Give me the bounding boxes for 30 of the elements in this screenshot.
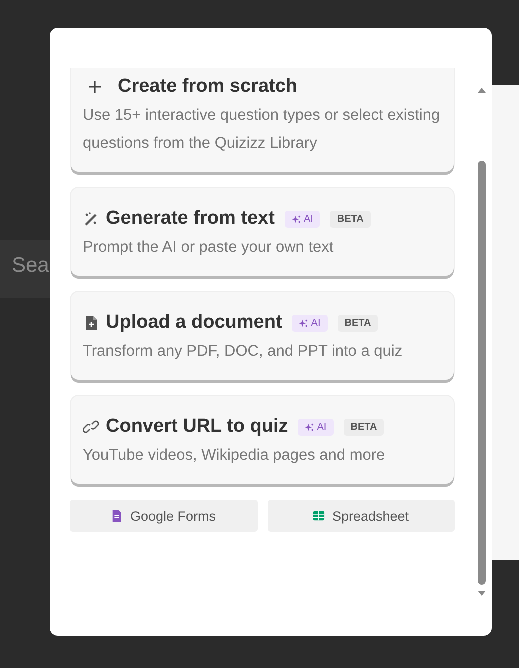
document-icon (111, 510, 124, 522)
option-title: Create from scratch (118, 76, 298, 98)
ai-badge: AI (284, 210, 320, 228)
option-description: YouTube videos, Wikipedia pages and more (83, 446, 386, 466)
ai-badge: AI (298, 418, 334, 436)
link-icon (83, 419, 99, 435)
magic-wand-icon (83, 211, 99, 227)
option-title: Convert URL to quiz (106, 416, 288, 438)
ai-badge: AI (292, 314, 328, 332)
option-description: Transform any PDF, DOC, and PPT into a quiz (83, 342, 404, 362)
option-description: Use 15+ interactive question types or select existing questions from the Quizizz Library (83, 106, 442, 154)
import-button[interactable]: Spreadsheet (268, 500, 455, 532)
option-description: Prompt the AI or paste your own text (83, 238, 335, 258)
beta-badge: BETA (330, 210, 371, 228)
option-card[interactable]: Generate from text AI BETA Prompt the AI or paste your own text (71, 188, 454, 276)
plus-icon (87, 79, 103, 95)
document-icon (83, 315, 99, 331)
option-card[interactable]: Upload a document AI BETA Transform any PDF, DOC, and PPT into a quiz (71, 292, 454, 380)
beta-badge: BETA (338, 314, 378, 332)
option-title: Upload a document (106, 312, 282, 334)
page-heading: Sea (12, 254, 50, 278)
import-button[interactable]: Google Forms (70, 500, 258, 532)
beta-badge: BETA (344, 418, 384, 436)
scroll-up-icon[interactable] (478, 88, 486, 93)
option-title: Generate from text (106, 208, 275, 230)
option-card[interactable]: Create from scratch Use 15+ interactive question types or select existing questions from the Quizizz Library (71, 68, 454, 172)
scrollbar-thumb[interactable] (478, 161, 486, 585)
scroll-down-icon[interactable] (478, 591, 486, 596)
grid-icon (313, 510, 326, 522)
option-card[interactable]: Convert URL to quiz AI BETA YouTube videos, Wikipedia pages and more (71, 396, 454, 484)
